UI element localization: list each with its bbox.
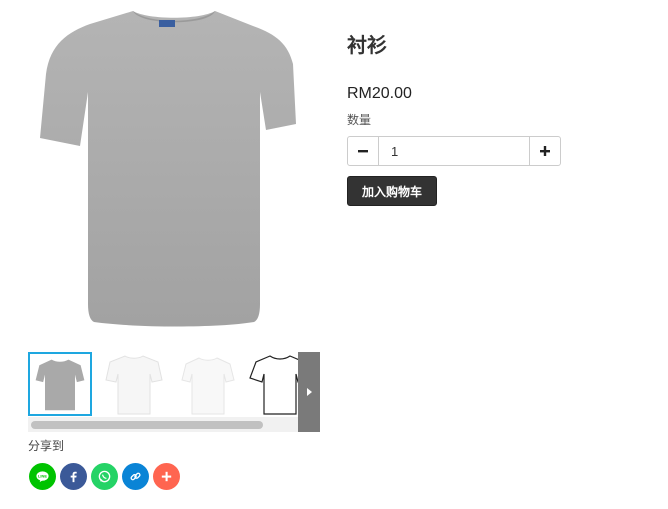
thumbnail-scrollbar[interactable] xyxy=(28,417,298,432)
quantity-increase-button[interactable] xyxy=(529,136,561,166)
svg-text:LINE: LINE xyxy=(38,474,47,479)
quantity-stepper xyxy=(347,136,561,166)
thumbnail-white-tshirt-front[interactable] xyxy=(102,352,166,416)
plus-icon xyxy=(161,471,172,482)
plus-icon xyxy=(540,146,550,156)
scrollbar-thumb[interactable] xyxy=(31,421,263,429)
main-product-image xyxy=(28,4,320,334)
share-buttons: LINE xyxy=(29,463,180,490)
share-more-button[interactable] xyxy=(153,463,180,490)
product-price: RM20.00 xyxy=(347,85,412,102)
share-whatsapp-button[interactable] xyxy=(91,463,118,490)
share-line-button[interactable]: LINE xyxy=(29,463,56,490)
minus-icon xyxy=(358,150,368,153)
product-title: 衬衫 xyxy=(347,35,387,57)
whatsapp-icon xyxy=(98,470,111,483)
share-facebook-button[interactable] xyxy=(60,463,87,490)
thumbnail-grey-tshirt[interactable] xyxy=(28,352,92,416)
line-icon: LINE xyxy=(36,471,49,483)
link-icon xyxy=(130,472,141,481)
thumbnail-next-button[interactable] xyxy=(298,352,320,432)
quantity-label: 数量 xyxy=(347,113,372,127)
thumbnail-white-tshirt-plain[interactable] xyxy=(176,352,240,416)
facebook-icon xyxy=(70,471,77,483)
share-copy-link-button[interactable] xyxy=(122,463,149,490)
add-to-cart-button[interactable]: 加入购物车 xyxy=(347,176,437,206)
share-label: 分享到 xyxy=(28,439,65,453)
quantity-input[interactable] xyxy=(379,136,529,166)
quantity-decrease-button[interactable] xyxy=(347,136,379,166)
chevron-right-icon xyxy=(306,388,312,396)
